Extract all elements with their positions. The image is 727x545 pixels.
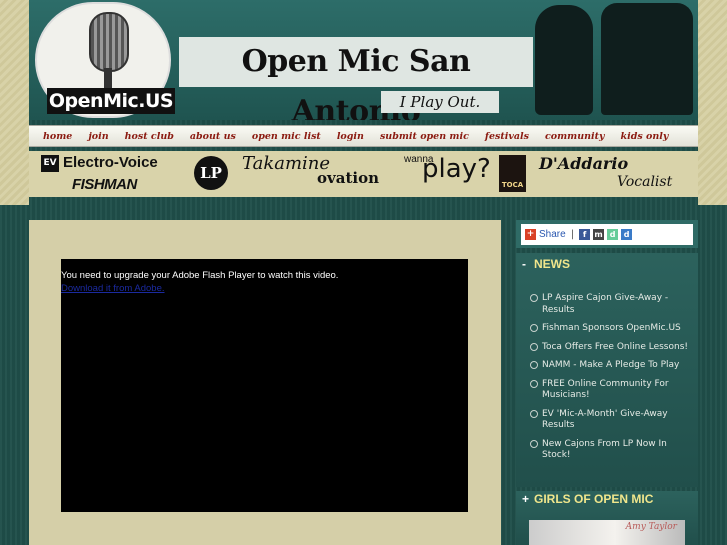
news-item[interactable]: Toca Offers Free Online Lessons! (530, 342, 690, 354)
flash-download-link[interactable]: Download it from Adobe. (61, 283, 165, 294)
sponsor-daddario[interactable]: D'Addario (539, 154, 628, 173)
bullet-icon (530, 361, 538, 369)
share-bar: + Share | f m d d (521, 224, 693, 245)
news-item[interactable]: LP Aspire Cajon Give-Away - Results (530, 293, 690, 316)
nav-about-us[interactable]: about us (182, 131, 244, 142)
news-list: LP Aspire Cajon Give-Away - Results Fish… (530, 293, 690, 469)
tagline: I Play Out. (399, 93, 481, 111)
nav-open-mic-list[interactable]: open mic list (244, 131, 329, 142)
page-wrapper: OpenMic.US Open Mic San Antonio I Play O… (29, 0, 698, 545)
site-header: OpenMic.US Open Mic San Antonio I Play O… (29, 0, 698, 120)
singer-silhouette-image (535, 5, 593, 115)
girls-of-open-mic-panel: + GIRLS OF OPEN MIC Amy Taylor (516, 491, 698, 545)
news-heading[interactable]: - NEWS (522, 257, 570, 271)
sponsor-electro-voice[interactable]: Electro-Voice (63, 154, 158, 171)
news-panel: - NEWS LP Aspire Cajon Give-Away - Result… (516, 253, 698, 487)
news-item[interactable]: New Cajons From LP Now In Stock! (530, 439, 690, 462)
sponsor-bar: EV Electro-Voice FISHMAN LP Takamine ova… (29, 151, 698, 197)
share-widget: + Share | f m d d (516, 220, 698, 248)
main-nav: home join host club about us open mic li… (29, 125, 698, 147)
expand-toggle-icon[interactable]: + (522, 492, 529, 506)
left-border-pattern (0, 0, 29, 205)
guitarist-silhouette-image (601, 3, 693, 115)
site-logo[interactable]: OpenMic.US (35, 2, 175, 118)
bullet-icon (530, 439, 538, 448)
news-item[interactable]: FREE Online Community For Musicians! (530, 379, 690, 402)
nav-login[interactable]: login (329, 131, 372, 142)
nav-host-club[interactable]: host club (117, 131, 182, 142)
sponsor-wanna-play[interactable]: play? (422, 154, 491, 184)
nav-festivals[interactable]: festivals (477, 131, 537, 142)
main-content: You need to upgrade your Adobe Flash Pla… (29, 220, 501, 545)
collapse-toggle-icon[interactable]: - (522, 257, 526, 271)
logo-text: OpenMic.US (47, 88, 175, 114)
girls-title: GIRLS OF OPEN MIC (534, 492, 654, 506)
bullet-icon (530, 294, 538, 302)
right-border-pattern (698, 0, 727, 205)
news-item[interactable]: Fishman Sponsors OpenMic.US (530, 323, 690, 335)
sponsor-vocalist[interactable]: Vocalist (617, 174, 672, 190)
featured-girl-thumbnail[interactable]: Amy Taylor (529, 520, 685, 545)
myspace-icon[interactable]: m (593, 229, 605, 240)
microphone-icon (89, 12, 129, 72)
nav-kids-only[interactable]: kids only (613, 131, 677, 142)
share-separator: | (570, 229, 575, 240)
electro-voice-logo-icon[interactable]: EV (41, 155, 59, 172)
news-item[interactable]: EV 'Mic-A-Month' Give-Away Results (530, 409, 690, 432)
sponsor-ovation[interactable]: ovation (317, 169, 379, 187)
share-plus-icon[interactable]: + (525, 229, 536, 240)
featured-girl-name: Amy Taylor (625, 522, 677, 532)
sidebar: + Share | f m d d - NEWS LP Aspire Cajon … (516, 220, 698, 545)
sponsor-fishman[interactable]: FISHMAN (72, 176, 137, 193)
girls-heading[interactable]: + GIRLS OF OPEN MIC (522, 492, 653, 506)
bullet-icon (530, 342, 538, 351)
site-title: Open Mic San Antonio (241, 44, 471, 120)
nav-join[interactable]: join (80, 131, 116, 142)
news-title: NEWS (534, 257, 570, 271)
tagline-plate: I Play Out. (381, 91, 499, 113)
video-player[interactable]: You need to upgrade your Adobe Flash Pla… (61, 259, 468, 512)
nav-community[interactable]: community (537, 131, 613, 142)
sponsor-toca[interactable]: TOCA (499, 155, 526, 192)
sponsor-lp[interactable]: LP (194, 156, 228, 190)
facebook-icon[interactable]: f (579, 229, 591, 240)
nav-submit-open-mic[interactable]: submit open mic (372, 131, 477, 142)
site-title-plate: Open Mic San Antonio (179, 37, 533, 120)
delicious-icon[interactable]: d (607, 229, 619, 240)
digg-icon[interactable]: d (621, 229, 633, 240)
news-item[interactable]: NAMM - Make A Pledge To Play (530, 360, 690, 372)
nav-home[interactable]: home (35, 131, 80, 142)
share-link[interactable]: Share (539, 229, 566, 240)
bullet-icon (530, 409, 538, 418)
bullet-icon (530, 379, 538, 388)
flash-upgrade-message: You need to upgrade your Adobe Flash Pla… (61, 270, 339, 281)
microphone-stand-icon (104, 68, 112, 90)
bullet-icon (530, 324, 538, 332)
